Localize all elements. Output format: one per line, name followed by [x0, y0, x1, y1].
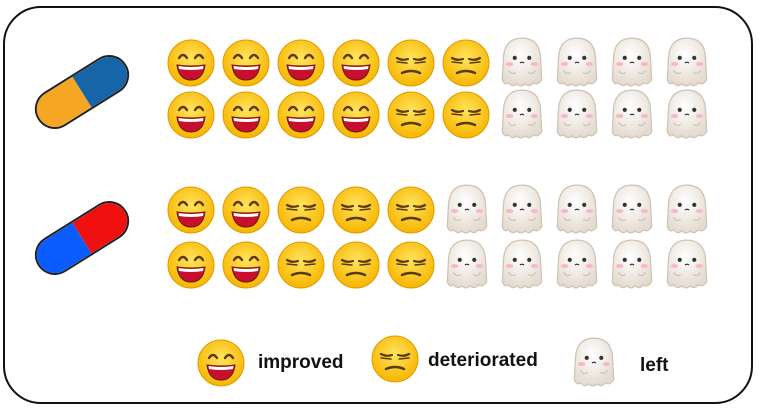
left-ghost-icon	[606, 181, 658, 237]
deteriorated-face-icon	[441, 90, 491, 140]
improved-face-icon	[221, 38, 271, 88]
left-ghost-icon	[606, 86, 658, 142]
improved-face-icon	[196, 338, 246, 388]
deteriorated-face-icon	[386, 240, 436, 290]
left-ghost-icon	[441, 181, 493, 237]
improved-face-icon	[221, 240, 271, 290]
legend-left-label: left	[640, 355, 669, 376]
legend-deteriorated-label: deteriorated	[428, 350, 538, 371]
left-ghost-icon	[551, 86, 603, 142]
left-ghost-icon	[496, 181, 548, 237]
deteriorated-face-icon	[441, 38, 491, 88]
deteriorated-face-icon	[370, 334, 420, 384]
left-ghost-icon	[496, 34, 548, 90]
left-ghost-icon	[606, 236, 658, 292]
deteriorated-face-icon	[386, 185, 436, 235]
improved-face-icon	[166, 38, 216, 88]
left-ghost-icon	[661, 236, 713, 292]
left-ghost-icon	[551, 181, 603, 237]
left-ghost-icon	[551, 236, 603, 292]
left-ghost-icon	[661, 34, 713, 90]
improved-face-icon	[221, 90, 271, 140]
improved-face-icon	[331, 90, 381, 140]
improved-face-icon	[221, 185, 271, 235]
deteriorated-face-icon	[331, 240, 381, 290]
improved-face-icon	[276, 38, 326, 88]
left-ghost-icon	[661, 181, 713, 237]
left-ghost-icon	[496, 236, 548, 292]
improved-face-icon	[166, 240, 216, 290]
legend-improved-label: improved	[258, 352, 344, 373]
improved-face-icon	[166, 90, 216, 140]
deteriorated-face-icon	[386, 90, 436, 140]
left-ghost-icon	[606, 34, 658, 90]
left-ghost-icon	[551, 34, 603, 90]
deteriorated-face-icon	[276, 185, 326, 235]
left-ghost-icon	[568, 334, 620, 390]
deteriorated-face-icon	[386, 38, 436, 88]
improved-face-icon	[166, 185, 216, 235]
left-ghost-icon	[441, 236, 493, 292]
left-ghost-icon	[496, 86, 548, 142]
deteriorated-face-icon	[331, 185, 381, 235]
improved-face-icon	[331, 38, 381, 88]
left-ghost-icon	[661, 86, 713, 142]
deteriorated-face-icon	[276, 240, 326, 290]
improved-face-icon	[276, 90, 326, 140]
